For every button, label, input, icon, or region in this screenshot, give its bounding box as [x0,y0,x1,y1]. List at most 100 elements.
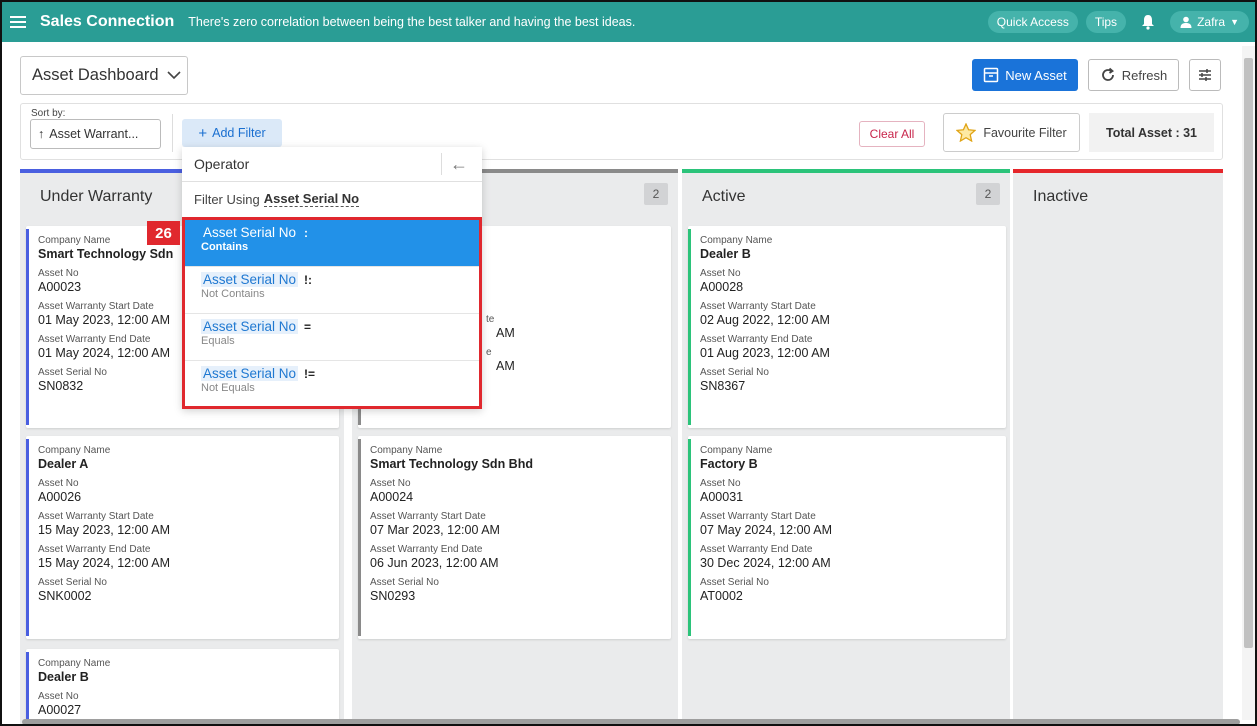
dashboard-select[interactable]: Asset Dashboard [20,56,188,95]
asset-no: A00024 [370,490,414,504]
operator-option-contains[interactable]: Asset Serial No : Contains [185,220,479,267]
step-annotation-badge: 26 [147,221,180,245]
filter-field-name: Asset Serial No [263,191,360,207]
option-field: Asset Serial No [201,319,299,334]
asset-card[interactable]: Company Name Dealer B Asset No A00027 [26,649,339,724]
operator-option-not-contains[interactable]: Asset Serial No !: Not Contains [185,267,479,314]
option-description: Not Contains [201,288,265,300]
field-label: Asset No [38,478,79,489]
refresh-label: Refresh [1121,67,1168,83]
field-label: Asset Warranty End Date [38,544,151,555]
asset-no: A00027 [38,703,82,717]
warranty-end: 30 Dec 2024, 12:00 AM [700,556,831,570]
tips-button[interactable]: Tips [1085,11,1127,33]
option-description: Not Equals [201,382,255,394]
option-symbol: = [304,320,312,334]
option-description: Contains [201,241,249,253]
option-symbol: !: [304,273,313,287]
dropdown-header: Operator ← [182,147,482,182]
field-label: Asset Warranty End Date [700,544,813,555]
asset-card[interactable]: Company Name Smart Technology Sdn Bhd As… [358,436,671,639]
clear-all-button[interactable]: Clear All [859,121,925,147]
field-label: Company Name [38,658,111,669]
column-title: Inactive [1033,188,1089,205]
warranty-start: 15 May 2023, 12:00 AM [38,523,171,537]
serial-no: SN8367 [700,379,746,393]
serial-no: SNK0002 [38,589,92,603]
asset-card[interactable]: Company Name Factory B Asset No A00031 A… [688,436,1006,639]
operator-option-not-equals[interactable]: Asset Serial No != Not Equals [185,361,479,408]
app-window: Sales Connection There's zero correlatio… [0,0,1257,726]
bell-icon[interactable] [1140,13,1156,31]
company-name: Dealer B [700,247,751,261]
user-icon [1180,16,1192,28]
add-filter-label: Add Filter [212,126,266,140]
field-label: Company Name [370,445,443,456]
warranty-start: 02 Aug 2022, 12:00 AM [700,313,830,327]
sort-value: Asset Warrant... [49,127,139,141]
field-label: Asset No [700,478,741,489]
divider [172,114,173,152]
field-label: Asset Serial No [700,367,769,378]
operator-dropdown: Operator ← Filter Using Asset Serial No … [182,147,482,409]
column-color-bar [1013,169,1223,173]
field-label: Asset No [370,478,411,489]
column-count-badge: 2 [976,183,1000,205]
operator-option-list: Asset Serial No : Contains Asset Serial … [182,217,482,409]
vertical-scrollbar[interactable] [1242,46,1255,720]
field-label: Asset Serial No [38,577,107,588]
divider [441,153,442,175]
asset-card[interactable]: Company Name Dealer A Asset No A00026 As… [26,436,339,639]
favourite-filter-label: Favourite Filter [983,125,1067,140]
option-field: Asset Serial No [201,366,299,381]
quick-access-button[interactable]: Quick Access [987,11,1078,33]
field-label: Company Name [700,235,773,246]
field-label: Asset Warranty Start Date [370,511,486,522]
serial-no: SN0293 [370,589,416,603]
scrollbar-thumb[interactable] [1244,58,1253,648]
add-filter-button[interactable]: + Add Filter [182,119,282,147]
refresh-button[interactable]: Refresh [1088,59,1179,91]
warranty-end: 15 May 2024, 12:00 AM [38,556,171,570]
warranty-end: 01 Aug 2023, 12:00 AM [700,346,830,360]
user-menu-button[interactable]: Zafra ▼ [1170,11,1249,33]
field-label: Asset Serial No [370,577,439,588]
horizontal-scrollbar[interactable] [22,719,1240,724]
asset-no: A00026 [38,490,82,504]
operator-option-equals[interactable]: Asset Serial No = Equals [185,314,479,361]
quote-text: There's zero correlation between being t… [188,15,636,29]
chevron-down-icon: ▼ [1230,17,1239,27]
field-label: Asset No [38,691,79,702]
company-name: Smart Technology Sdn Bhd [370,457,533,471]
option-symbol: != [304,367,316,381]
field-label: Asset Warranty Start Date [700,511,816,522]
total-asset-count: Total Asset : 31 [1089,113,1214,152]
plus-icon: + [198,124,208,142]
menu-icon[interactable] [10,16,26,28]
back-arrow-icon[interactable]: ← [450,154,468,175]
asset-card[interactable]: Company Name Dealer B Asset No A00028 As… [688,226,1006,428]
asset-no: A00028 [700,280,744,294]
tune-icon [1199,69,1211,81]
field-label: Asset Warranty Start Date [700,301,816,312]
favourite-filter-button[interactable]: Favourite Filter [943,113,1080,152]
tune-button[interactable] [1189,59,1221,91]
option-field: Asset Serial No [201,272,299,287]
company-name: Dealer B [38,670,89,684]
refresh-icon [1101,67,1114,81]
new-asset-label: New Asset [1005,67,1067,83]
new-asset-button[interactable]: New Asset [972,59,1078,91]
filter-using-prefix: Filter Using [194,191,260,207]
company-name: Factory B [700,457,758,471]
sort-button[interactable]: ↑ Asset Warrant... [30,119,161,149]
option-field: Asset Serial No [203,225,297,240]
field-label: Asset Warranty End Date [700,334,813,345]
field-label: Asset Serial No [700,577,769,588]
column-count-badge: 2 [644,183,668,205]
column-active: Active 2 Company Name Dealer B Asset No … [682,169,1010,724]
field-label: Company Name [38,445,111,456]
column-title: Active [702,188,746,205]
dashboard-select-label: Asset Dashboard [32,66,159,84]
company-name: Dealer A [38,457,89,471]
archive-icon [984,67,999,83]
